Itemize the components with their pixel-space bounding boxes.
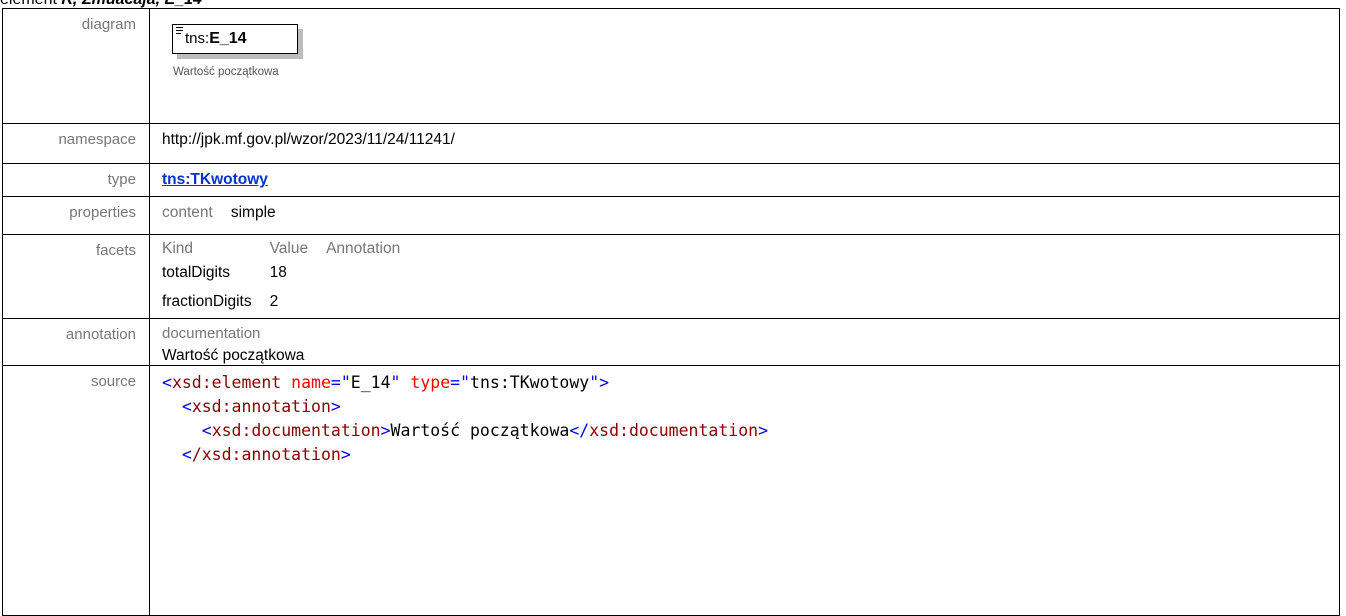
facets-cell: Kind Value Annotation totalDigits 18 fra…	[149, 234, 1340, 319]
source-attr-name: type	[410, 373, 451, 392]
source-tag: xsd:element	[171, 373, 282, 392]
facet-annotation	[326, 258, 418, 287]
source-tag: xsd:documentation	[589, 421, 759, 440]
row-type: type tns:TKwotowy	[2, 163, 1340, 197]
property-value: simple	[230, 204, 276, 221]
type-cell: tns:TKwotowy	[149, 163, 1340, 197]
properties-cell: content simple	[149, 196, 1340, 235]
source-cell: <xsd:element name="E_14" type="tns:TKwot…	[149, 365, 1340, 616]
source-code: <xsd:element name="E_14" type="tns:TKwot…	[162, 371, 1339, 467]
source-attr-value: tns:TKwotowy	[470, 373, 590, 392]
row-diagram: diagram tns:E_14 Wartość początkowa	[2, 8, 1340, 124]
row-namespace: namespace http://jpk.mf.gov.pl/wzor/2023…	[2, 123, 1340, 164]
label-annotation: annotation	[2, 318, 150, 366]
diagram-prefix: tns:	[185, 30, 210, 47]
label-type: type	[2, 163, 150, 197]
row-annotation: annotation documentation Wartość początk…	[2, 318, 1340, 366]
label-diagram: diagram	[2, 8, 150, 124]
label-facets: facets	[2, 234, 150, 319]
heading-lead: element	[0, 0, 61, 8]
diagram-name: E_14	[209, 30, 247, 47]
row-facets: facets Kind Value Annotation totalDigits…	[2, 234, 1340, 319]
property-row: content simple	[162, 204, 1339, 222]
namespace-value: http://jpk.mf.gov.pl/wzor/2023/11/24/112…	[149, 123, 1340, 164]
heading-path: R, Zmuacaja, E_14	[61, 0, 202, 8]
facet-row: fractionDigits 2	[162, 287, 418, 316]
source-attr-name: name	[291, 373, 331, 392]
facets-header-annotation: Annotation	[326, 240, 401, 257]
row-source: source <xsd:element name="E_14" type="tn…	[2, 365, 1340, 616]
source-tag: xsd:annotation	[191, 397, 331, 416]
row-properties: properties content simple	[2, 196, 1340, 235]
documentation-text: Wartość początkowa	[162, 347, 305, 364]
source-tag: xsd:documentation	[211, 421, 381, 440]
documentation-key: documentation	[162, 325, 261, 342]
diagram-cell: tns:E_14 Wartość początkowa	[149, 8, 1340, 124]
type-link[interactable]: tns:TKwotowy	[162, 171, 268, 188]
source-line-1: <xsd:element name="E_14" type="tns:TKwot…	[162, 373, 610, 392]
label-properties: properties	[2, 196, 150, 235]
element-doc-table: diagram tns:E_14 Wartość początkowa name…	[2, 8, 1340, 616]
facet-value: 18	[269, 263, 287, 281]
facets-header-row: Kind Value Annotation	[162, 240, 418, 258]
label-namespace: namespace	[2, 123, 150, 164]
annotation-cell: documentation Wartość początkowa	[149, 318, 1340, 366]
content-lines-icon	[176, 27, 183, 34]
facet-row: totalDigits 18	[162, 258, 418, 287]
facets-header-value: Value	[269, 240, 309, 257]
property-key: content	[162, 204, 213, 221]
source-text: Wartość początkowa	[390, 421, 570, 440]
facets-header-kind: Kind	[162, 240, 194, 257]
diagram-caption: Wartość początkowa	[173, 66, 279, 78]
source-tag: /xsd:annotation	[191, 445, 341, 464]
source-attr-value: E_14	[350, 373, 391, 392]
diagram-element-name: tns:E_14	[185, 30, 247, 48]
source-line-3: <xsd:documentation>Wartość początkowa</x…	[201, 421, 769, 440]
facet-kind: fractionDigits	[162, 292, 252, 310]
facet-annotation	[326, 287, 418, 316]
facet-kind: totalDigits	[162, 263, 231, 281]
facet-value: 2	[269, 292, 279, 310]
source-line-4: </xsd:annotation>	[181, 445, 351, 464]
label-source: source	[2, 365, 150, 616]
facets-table: Kind Value Annotation totalDigits 18 fra…	[162, 240, 418, 316]
element-diagram-box[interactable]: tns:E_14	[172, 24, 298, 54]
source-line-2: <xsd:annotation>	[181, 397, 341, 416]
